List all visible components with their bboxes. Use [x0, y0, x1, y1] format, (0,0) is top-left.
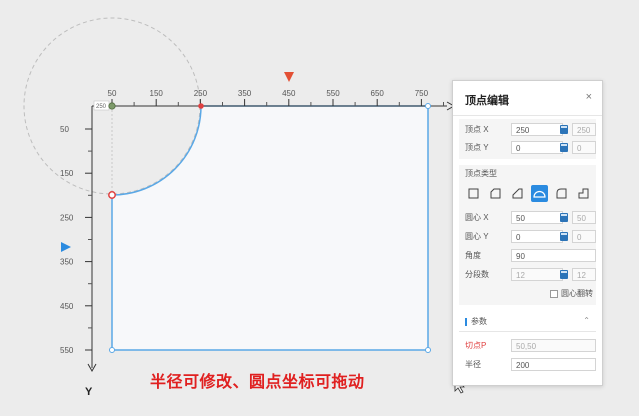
y-tick-label: 550 — [60, 346, 74, 355]
center-y-input[interactable]: 0 — [511, 230, 563, 243]
vertex-y-input[interactable]: 0 — [511, 141, 563, 154]
segments-label: 分段数 — [465, 270, 489, 279]
segments-input[interactable]: 12 — [511, 268, 563, 281]
x-tick-label: 50 — [108, 89, 117, 98]
vertex-handle[interactable] — [425, 347, 431, 353]
y-tick-label: 250 — [60, 213, 74, 222]
x-tick-label: 650 — [371, 89, 385, 98]
y-tick-label: 350 — [60, 258, 74, 267]
y-tick-label: 50 — [60, 125, 69, 134]
vertex-type-options — [465, 185, 595, 203]
type-round-button[interactable] — [531, 185, 548, 202]
caption-annotation: 半径可修改、圆点坐标可拖动 — [150, 372, 365, 391]
divider — [459, 331, 596, 332]
vertex-x-label: 顶点 X — [465, 125, 489, 134]
center-x-label: 圆心 X — [465, 213, 489, 222]
center-x-input[interactable]: 50 — [511, 211, 563, 224]
y-tick-label: 450 — [60, 302, 74, 311]
vertex-coords-section: 顶点 X 250 250 顶点 Y 0 0 — [459, 119, 596, 159]
x-tick-label: 550 — [326, 89, 340, 98]
vertex-y-step[interactable]: 0 — [572, 141, 596, 154]
center-y-step[interactable]: 0 — [572, 230, 596, 243]
arc-center-handle[interactable] — [108, 102, 116, 110]
center-y-label: 圆心 Y — [465, 232, 489, 241]
x-position-marker[interactable] — [284, 72, 294, 82]
calculator-icon[interactable] — [560, 232, 568, 241]
close-icon[interactable]: × — [586, 91, 592, 103]
x-tick-label: 250 — [194, 89, 208, 98]
center-flip-label: 圆心翻转 — [561, 289, 593, 298]
calculator-icon[interactable] — [560, 125, 568, 134]
segments-step[interactable]: 12 — [572, 268, 596, 281]
type-step-corner-button[interactable] — [575, 185, 592, 202]
x-tick-label: 350 — [238, 89, 252, 98]
origin-label: 250 — [96, 104, 107, 110]
rounded-rectangle-shape[interactable] — [111, 105, 429, 351]
params-label: 参数 — [471, 317, 487, 326]
y-axis-name: Y — [85, 386, 93, 398]
calculator-icon[interactable] — [560, 213, 568, 222]
vertex-handle-selected[interactable] — [198, 103, 204, 109]
vertex-x-step[interactable]: 250 — [572, 123, 596, 136]
vertex-type-label: 顶点类型 — [465, 169, 497, 178]
angle-label: 角度 — [465, 251, 481, 260]
type-chamfer-button[interactable] — [487, 185, 504, 202]
params-accent-bar — [465, 318, 467, 326]
vertex-edit-panel: 顶点编辑 × 顶点 X 250 250 顶点 Y 0 0 顶点类型 圆心 X 5… — [452, 80, 603, 386]
angle-input[interactable]: 90 — [511, 249, 596, 262]
vertex-y-label: 顶点 Y — [465, 143, 489, 152]
vertex-x-input[interactable]: 250 — [511, 123, 563, 136]
tangent-p-label: 切点P — [465, 341, 487, 350]
type-inverse-chamfer-button[interactable] — [509, 185, 526, 202]
calculator-icon[interactable] — [560, 270, 568, 279]
vertex-handle[interactable] — [109, 347, 115, 353]
calculator-icon[interactable] — [560, 143, 568, 152]
radius-input[interactable]: 200 — [511, 358, 596, 371]
radius-label: 半径 — [465, 360, 481, 369]
y-tick-label: 150 — [60, 169, 74, 178]
panel-header: 顶点编辑 × — [453, 81, 602, 116]
y-axis: 50 150 250 350 450 550 Y — [60, 106, 97, 398]
vertex-handle[interactable] — [425, 103, 431, 109]
arc-endpoint-handle[interactable] — [108, 191, 116, 199]
center-x-step[interactable]: 50 — [572, 211, 596, 224]
panel-title: 顶点编辑 — [465, 95, 509, 107]
vertex-type-section: 顶点类型 圆心 X 50 50 圆心 Y 0 0 角度 90 分段数 12 12… — [459, 165, 596, 305]
type-square-corner-button[interactable] — [465, 185, 482, 202]
x-tick-label: 450 — [282, 89, 296, 98]
y-position-marker[interactable] — [61, 242, 71, 252]
collapse-icon[interactable]: ⌃ — [583, 316, 590, 325]
tangent-p-input[interactable]: 50,50 — [511, 339, 596, 352]
params-section: 参数 ⌃ 切点P 50,50 半径 200 — [459, 311, 596, 379]
center-flip-checkbox[interactable] — [550, 290, 558, 298]
x-tick-label: 750 — [415, 89, 429, 98]
x-tick-label: 150 — [150, 89, 164, 98]
type-fillet-button[interactable] — [553, 185, 570, 202]
